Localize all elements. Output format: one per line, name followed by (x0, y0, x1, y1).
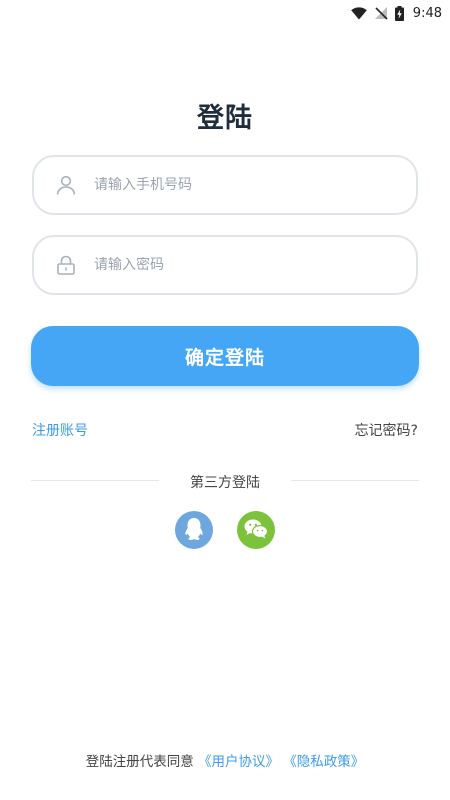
wechat-login-button[interactable] (237, 511, 275, 549)
qq-login-button[interactable] (175, 511, 213, 549)
login-screen: 9:48 登陆 确定登陆 注册账号 忘记密码? 第三方登陆 (0, 0, 450, 800)
user-icon (52, 171, 80, 199)
user-agreement-link[interactable]: 《用户协议》 (198, 754, 279, 770)
register-link[interactable]: 注册账号 (32, 420, 88, 440)
forgot-password-link[interactable]: 忘记密码? (355, 420, 418, 440)
status-bar: 9:48 (0, 0, 450, 26)
agreement-text: 登陆注册代表同意 《用户协议》 《隐私政策》 (0, 750, 450, 770)
password-field[interactable] (32, 235, 418, 295)
third-party-label: 第三方登陆 (190, 475, 260, 491)
wifi-icon (350, 6, 367, 20)
status-time: 9:48 (412, 5, 442, 21)
wechat-icon (243, 518, 269, 543)
page-title: 登陆 (197, 103, 253, 134)
phone-field[interactable] (32, 155, 418, 215)
password-input[interactable] (94, 257, 394, 273)
divider-right (291, 480, 419, 481)
battery-charging-icon (394, 5, 404, 21)
privacy-policy-link[interactable]: 《隐私政策》 (283, 754, 364, 770)
agreement-prefix: 登陆注册代表同意 (85, 754, 194, 770)
qq-icon (183, 517, 205, 544)
no-signal-icon (374, 6, 388, 20)
phone-input[interactable] (94, 177, 394, 193)
lock-icon (52, 251, 80, 279)
login-button[interactable]: 确定登陆 (31, 326, 419, 386)
